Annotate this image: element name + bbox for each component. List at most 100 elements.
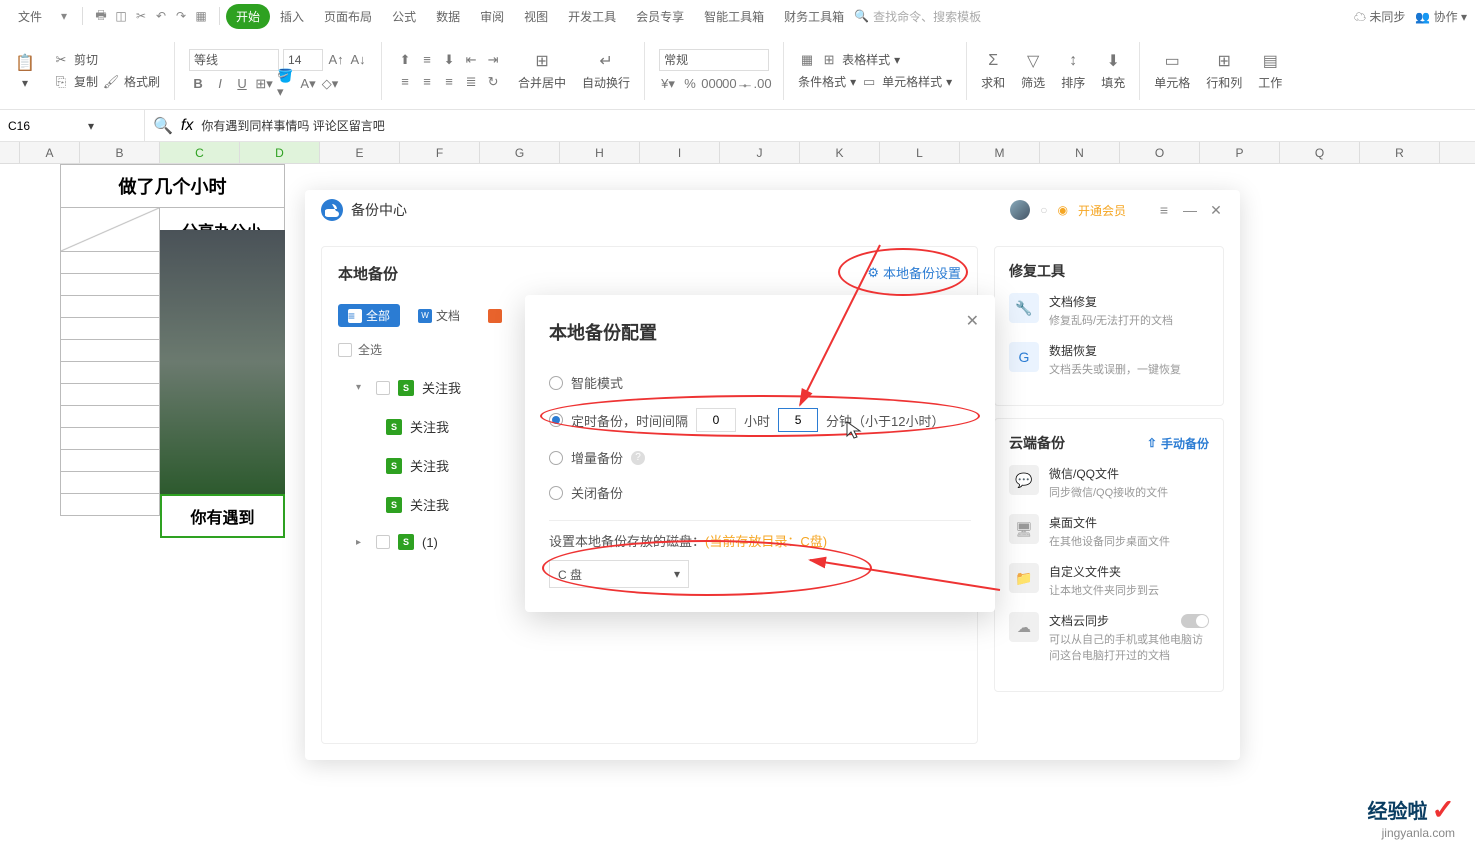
orientation-icon[interactable]: ↻ <box>484 73 502 91</box>
disable-mode-radio[interactable]: 关闭备份 <box>549 475 971 510</box>
tab-dev[interactable]: 开发工具 <box>558 4 626 29</box>
print-icon[interactable]: 🖶 <box>93 8 109 24</box>
desktop-files-item[interactable]: 🖥 桌面文件在其他设备同步桌面文件 <box>1009 514 1209 549</box>
timed-mode-radio[interactable]: 定时备份，时间间隔 小时 分钟（小于12小时） <box>549 400 971 440</box>
tab-finance[interactable]: 财务工具箱 <box>774 4 854 29</box>
filter-all-tab[interactable]: ≡全部 <box>338 304 400 327</box>
cloud-sync-item[interactable]: ☁ 文档云同步可以从自己的手机或其他电脑访问这台电脑打开过的文档 <box>1009 612 1209 663</box>
cell-button[interactable]: ▭单元格 <box>1148 48 1196 93</box>
diagonal-header-cell[interactable] <box>60 208 160 252</box>
grid-icon[interactable]: ▦ <box>193 8 209 24</box>
vip-link[interactable]: 开通会员 <box>1078 202 1126 219</box>
tab-formula[interactable]: 公式 <box>382 4 426 29</box>
sync-toggle[interactable] <box>1181 614 1209 628</box>
merge-center-button[interactable]: ⊞ 合并居中 <box>512 48 572 93</box>
cell-style-icon[interactable]: ▭ <box>860 73 878 91</box>
file-menu[interactable]: 文件 <box>8 4 52 29</box>
formula-input[interactable] <box>201 119 1467 133</box>
font-name-select[interactable] <box>189 49 279 71</box>
scissors-icon[interactable]: ✂ <box>52 51 70 69</box>
align-top-icon[interactable]: ⬆ <box>396 51 414 69</box>
bold-icon[interactable]: B <box>189 75 207 93</box>
wrap-icon: ↵ <box>595 50 617 72</box>
minutes-input[interactable] <box>778 408 818 432</box>
minimize-icon[interactable]: — <box>1182 202 1198 218</box>
number-format-select[interactable] <box>659 49 769 71</box>
indent-inc-icon[interactable]: ⇥ <box>484 51 502 69</box>
tab-layout[interactable]: 页面布局 <box>314 4 382 29</box>
close-icon[interactable]: ✕ <box>966 311 979 331</box>
tab-data[interactable]: 数据 <box>426 4 470 29</box>
collab-link[interactable]: 👥 协作 ▾ <box>1415 8 1467 25</box>
tab-view[interactable]: 视图 <box>514 4 558 29</box>
command-search[interactable]: 🔍 查找命令、搜索模板 <box>854 8 981 25</box>
tab-start[interactable]: 开始 <box>226 4 270 29</box>
cell-reference-input[interactable] <box>8 119 88 133</box>
dec-dec-icon[interactable]: ←.00 <box>747 75 765 93</box>
fill-color-icon[interactable]: 🪣▾ <box>277 75 295 93</box>
percent-icon[interactable]: % <box>681 75 699 93</box>
name-box[interactable]: ▾ <box>0 110 145 141</box>
row-col-button[interactable]: ⊞行和列 <box>1200 48 1248 93</box>
tab-vip[interactable]: 会员专享 <box>626 4 694 29</box>
redo-icon[interactable]: ↷ <box>173 8 189 24</box>
filter-ppt-tab[interactable] <box>478 306 512 326</box>
decrease-font-icon[interactable]: A↓ <box>349 51 367 69</box>
filter-doc-tab[interactable]: W文档 <box>408 304 470 327</box>
wechat-qq-item[interactable]: 💬 微信/QQ文件同步微信/QQ接收的文件 <box>1009 465 1209 500</box>
worksheet-button[interactable]: ▤工作 <box>1252 48 1288 93</box>
align-middle-icon[interactable]: ≡ <box>418 51 436 69</box>
align-center-icon[interactable]: ≡ <box>418 73 436 91</box>
title-cell[interactable]: 做了几个小时 <box>60 164 285 208</box>
manual-backup-link[interactable]: ⇧手动备份 <box>1147 435 1209 452</box>
doc-repair-item[interactable]: 🔧 文档修复修复乱码/无法打开的文档 <box>1009 293 1209 328</box>
indent-dec-icon[interactable]: ⇤ <box>462 51 480 69</box>
unsync-status[interactable]: ☁ 未同步 <box>1354 8 1405 25</box>
selected-cell[interactable]: 你有遇到 <box>160 494 285 538</box>
currency-icon[interactable]: ¥▾ <box>659 75 677 93</box>
collab-icon: 👥 <box>1415 10 1430 24</box>
hours-input[interactable] <box>696 408 736 432</box>
table-style-icon[interactable]: ⊞ <box>820 51 838 69</box>
close-icon[interactable]: ✕ <box>1208 202 1224 218</box>
distribute-icon[interactable]: ≣ <box>462 73 480 91</box>
font-color-icon[interactable]: A▾ <box>299 75 317 93</box>
zoom-icon[interactable]: 🔍 <box>153 116 173 136</box>
preview-icon[interactable]: ◫ <box>113 8 129 24</box>
embedded-image[interactable] <box>160 230 285 494</box>
smart-mode-radio[interactable]: 智能模式 <box>549 365 971 400</box>
wrap-text-button[interactable]: ↵ 自动换行 <box>576 48 636 93</box>
data-recovery-item[interactable]: G 数据恢复文档丢失或误删，一键恢复 <box>1009 342 1209 377</box>
sum-button[interactable]: Σ求和 <box>975 48 1011 93</box>
user-avatar[interactable] <box>1010 200 1030 220</box>
format-painter-icon[interactable]: 🖌 <box>102 73 120 91</box>
align-bottom-icon[interactable]: ⬇ <box>440 51 458 69</box>
clear-format-icon[interactable]: ◇▾ <box>321 75 339 93</box>
fx-icon[interactable]: fx <box>181 117 193 135</box>
save-icon[interactable]: ▾ <box>56 8 72 24</box>
incremental-mode-radio[interactable]: 增量备份 ? <box>549 440 971 475</box>
undo-icon[interactable]: ↶ <box>153 8 169 24</box>
border-icon[interactable]: ⊞▾ <box>255 75 273 93</box>
align-right-icon[interactable]: ≡ <box>440 73 458 91</box>
sort-button[interactable]: ↕排序 <box>1055 48 1091 93</box>
custom-folder-item[interactable]: 📁 自定义文件夹让本地文件夹同步到云 <box>1009 563 1209 598</box>
tab-review[interactable]: 审阅 <box>470 4 514 29</box>
align-left-icon[interactable]: ≡ <box>396 73 414 91</box>
cond-format-icon[interactable]: ▦ <box>798 51 816 69</box>
copy-icon[interactable]: ⎘ <box>52 73 70 91</box>
tab-smart[interactable]: 智能工具箱 <box>694 4 774 29</box>
menu-icon[interactable]: ≡ <box>1156 202 1172 218</box>
underline-icon[interactable]: U <box>233 75 251 93</box>
filter-button[interactable]: ▽筛选 <box>1015 48 1051 93</box>
paste-button[interactable]: 📋 ▾ <box>8 50 42 92</box>
fill-button[interactable]: ⬇填充 <box>1095 48 1131 93</box>
tab-insert[interactable]: 插入 <box>270 4 314 29</box>
backup-settings-link[interactable]: ⚙ 本地备份设置 <box>867 263 961 282</box>
help-icon[interactable]: ? <box>631 451 645 465</box>
disk-select[interactable]: C 盘▾ <box>549 560 689 588</box>
cond-format-label[interactable]: 条件格式 <box>798 73 846 90</box>
cut-icon[interactable]: ✂ <box>133 8 149 24</box>
italic-icon[interactable]: I <box>211 75 229 93</box>
increase-font-icon[interactable]: A↑ <box>327 51 345 69</box>
